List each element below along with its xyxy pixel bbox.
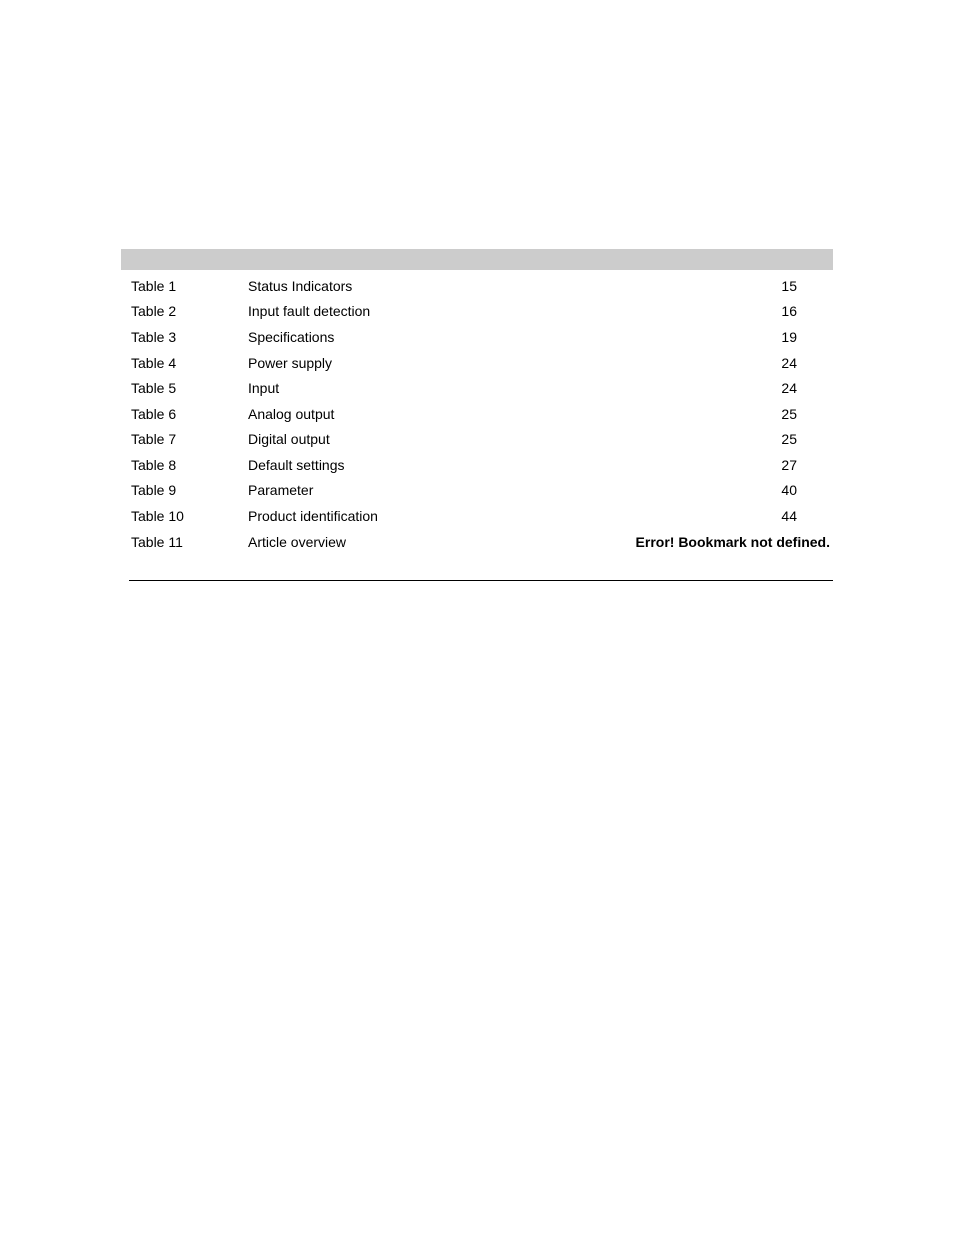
table-title: Specifications <box>248 329 335 345</box>
toc-entry[interactable]: Table 10 Product identification 44 <box>131 507 831 532</box>
table-title: Default settings <box>248 457 345 473</box>
toc-entry[interactable]: Table 4 Power supply 24 <box>131 354 831 379</box>
table-title: Status Indicators <box>248 278 353 294</box>
page-number: 40 <box>781 482 797 498</box>
table-title: Article overview <box>248 534 347 550</box>
toc-entry[interactable]: Table 1 Status Indicators 15 <box>131 277 831 302</box>
table-title: Input <box>248 380 280 396</box>
page-number: 15 <box>781 278 797 294</box>
toc-entry[interactable]: Table 3 Specifications 19 <box>131 328 831 353</box>
toc-entry[interactable]: Table 6 Analog output 25 <box>131 405 831 430</box>
table-number: Table 3 <box>131 329 177 345</box>
page-number: 44 <box>781 508 797 524</box>
table-number: Table 1 <box>131 278 177 294</box>
table-title: Analog output <box>248 406 335 422</box>
table-number: Table 11 <box>131 534 183 550</box>
page-number: 16 <box>781 303 797 319</box>
table-title: Power supply <box>248 355 333 371</box>
table-number: Table 2 <box>131 303 177 319</box>
page-number: 19 <box>781 329 797 345</box>
page-number: 27 <box>781 457 797 473</box>
toc-entry[interactable]: Table 7 Digital output 25 <box>131 430 831 455</box>
table-title: Parameter <box>248 482 314 498</box>
table-number: Table 9 <box>131 482 177 498</box>
table-list-header-bar <box>121 249 833 270</box>
toc-entry[interactable]: Table 11 Article overview Error! Bookmark … <box>131 533 831 558</box>
table-number: Table 8 <box>131 457 177 473</box>
toc-entry[interactable]: Table 2 Input fault detection 16 <box>131 302 831 327</box>
page-number: 24 <box>781 380 797 396</box>
table-title: Product identification <box>248 508 378 524</box>
table-title: Input fault detection <box>248 303 371 319</box>
toc-entry[interactable]: Table 9 Parameter 40 <box>131 481 831 506</box>
table-title: Digital output <box>248 431 330 447</box>
table-number: Table 5 <box>131 380 177 396</box>
table-number: Table 10 <box>131 508 184 524</box>
page-number: Error! Bookmark not defined. <box>635 534 830 550</box>
table-number: Table 4 <box>131 355 177 371</box>
toc-entry[interactable]: Table 5 Input 24 <box>131 379 831 404</box>
page-number: 25 <box>781 431 797 447</box>
table-number: Table 6 <box>131 406 177 422</box>
divider-line <box>129 580 833 581</box>
page-number: 25 <box>781 406 797 422</box>
toc-entry[interactable]: Table 8 Default settings 27 <box>131 456 831 481</box>
page-number: 24 <box>781 355 797 371</box>
table-number: Table 7 <box>131 431 177 447</box>
